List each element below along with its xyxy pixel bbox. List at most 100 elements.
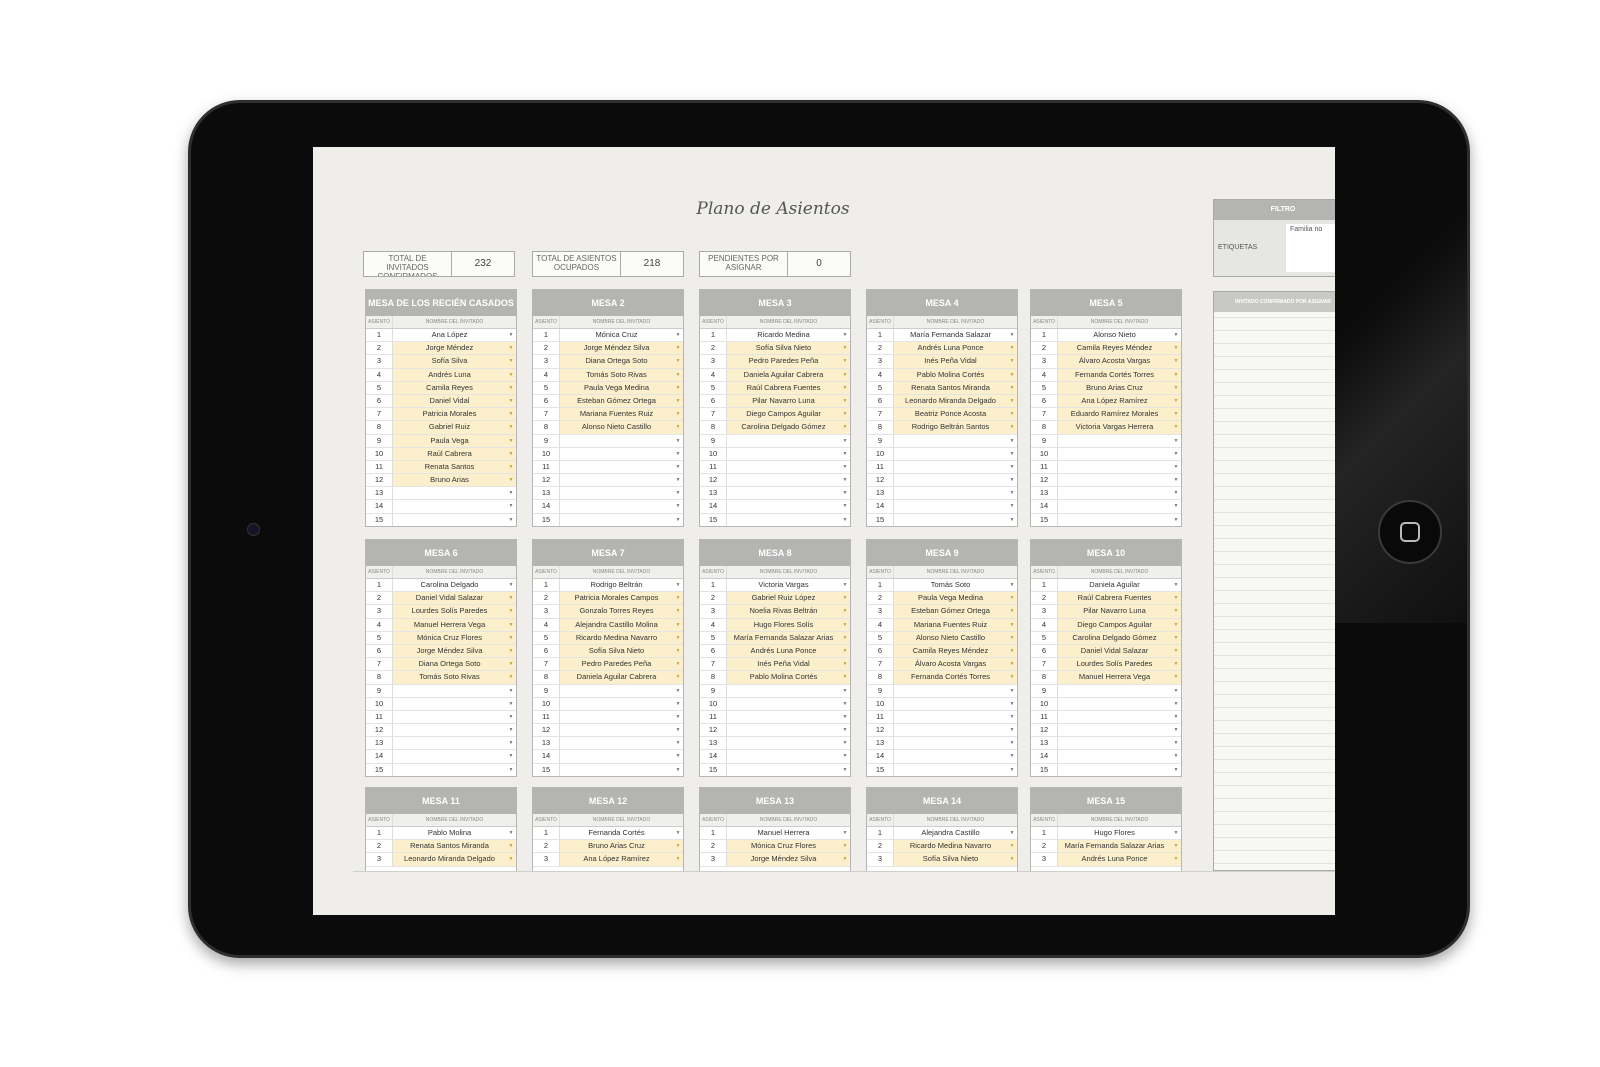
dropdown-arrow-icon[interactable]: ▼: [840, 618, 850, 631]
dropdown-arrow-icon[interactable]: ▼: [1007, 750, 1017, 762]
guest-name-cell[interactable]: [560, 737, 673, 749]
guest-name-cell[interactable]: Fernanda Cortés: [560, 827, 673, 839]
guest-name-cell[interactable]: [393, 500, 506, 512]
guest-name-cell[interactable]: Diana Ortega Soto: [393, 658, 506, 671]
dropdown-arrow-icon[interactable]: ▼: [1007, 435, 1017, 447]
guest-name-cell[interactable]: [560, 487, 673, 499]
guest-name-cell[interactable]: [727, 474, 840, 486]
dropdown-arrow-icon[interactable]: ▼: [840, 368, 850, 381]
guest-name-cell[interactable]: María Fernanda Salazar Arias: [1058, 840, 1171, 853]
guest-name-cell[interactable]: Raúl Cabrera Fuentes: [1058, 592, 1171, 605]
dropdown-arrow-icon[interactable]: ▼: [840, 421, 850, 434]
guest-name-cell[interactable]: [727, 724, 840, 736]
guest-name-cell[interactable]: [560, 514, 673, 526]
dropdown-arrow-icon[interactable]: ▼: [1171, 711, 1181, 723]
guest-name-cell[interactable]: Daniela Aguilar Cabrera: [560, 671, 673, 684]
guest-name-cell[interactable]: [1058, 435, 1171, 447]
dropdown-arrow-icon[interactable]: ▼: [673, 381, 683, 394]
dropdown-arrow-icon[interactable]: ▼: [1007, 827, 1017, 839]
dropdown-arrow-icon[interactable]: ▼: [1007, 658, 1017, 671]
guest-name-cell[interactable]: Patricia Morales: [393, 408, 506, 421]
guest-name-cell[interactable]: [894, 500, 1007, 512]
guest-name-cell[interactable]: [393, 737, 506, 749]
dropdown-arrow-icon[interactable]: ▼: [673, 737, 683, 749]
guest-name-cell[interactable]: [727, 764, 840, 776]
guest-name-cell[interactable]: [727, 737, 840, 749]
guest-name-cell[interactable]: Jorge Méndez Silva: [727, 853, 840, 866]
guest-name-cell[interactable]: Ricardo Medina Navarro: [894, 840, 1007, 853]
guest-name-cell[interactable]: Pilar Navarro Luna: [1058, 605, 1171, 618]
dropdown-arrow-icon[interactable]: ▼: [506, 460, 516, 474]
guest-name-cell[interactable]: Mariana Fuentes Ruiz: [560, 408, 673, 421]
guest-name-cell[interactable]: Carolina Delgado: [393, 579, 506, 591]
dropdown-arrow-icon[interactable]: ▼: [1007, 487, 1017, 499]
dropdown-arrow-icon[interactable]: ▼: [673, 605, 683, 618]
dropdown-arrow-icon[interactable]: ▼: [673, 408, 683, 421]
dropdown-arrow-icon[interactable]: ▼: [1171, 644, 1181, 658]
guest-name-cell[interactable]: Carolina Delgado Gómez: [1058, 631, 1171, 644]
guest-name-cell[interactable]: Ricardo Medina: [727, 329, 840, 341]
guest-name-cell[interactable]: Daniel Vidal Salazar: [1058, 644, 1171, 658]
guest-name-cell[interactable]: [560, 750, 673, 762]
guest-name-cell[interactable]: María Fernanda Salazar: [894, 329, 1007, 341]
guest-name-cell[interactable]: [894, 461, 1007, 473]
dropdown-arrow-icon[interactable]: ▼: [506, 355, 516, 368]
dropdown-arrow-icon[interactable]: ▼: [840, 500, 850, 512]
dropdown-arrow-icon[interactable]: ▼: [1171, 514, 1181, 526]
dropdown-arrow-icon[interactable]: ▼: [1007, 605, 1017, 618]
guest-name-cell[interactable]: [727, 711, 840, 723]
dropdown-arrow-icon[interactable]: ▼: [1171, 329, 1181, 341]
dropdown-arrow-icon[interactable]: ▼: [673, 342, 683, 355]
dropdown-arrow-icon[interactable]: ▼: [673, 724, 683, 736]
guest-name-cell[interactable]: [560, 435, 673, 447]
dropdown-arrow-icon[interactable]: ▼: [506, 698, 516, 710]
summary-value[interactable]: 232: [452, 252, 514, 276]
dropdown-arrow-icon[interactable]: ▼: [673, 355, 683, 368]
guest-name-cell[interactable]: Renata Santos Miranda: [894, 381, 1007, 394]
dropdown-arrow-icon[interactable]: ▼: [1007, 381, 1017, 394]
dropdown-arrow-icon[interactable]: ▼: [506, 500, 516, 512]
guest-name-cell[interactable]: Jorge Méndez Silva: [393, 644, 506, 658]
guest-name-cell[interactable]: Eduardo Ramírez Morales: [1058, 408, 1171, 421]
guest-name-cell[interactable]: Ana López: [393, 329, 506, 341]
guest-name-cell[interactable]: Renata Santos Miranda: [393, 840, 506, 853]
dropdown-arrow-icon[interactable]: ▼: [506, 618, 516, 631]
dropdown-arrow-icon[interactable]: ▼: [1171, 355, 1181, 368]
dropdown-arrow-icon[interactable]: ▼: [1007, 474, 1017, 486]
dropdown-arrow-icon[interactable]: ▼: [673, 448, 683, 460]
guest-name-cell[interactable]: Hugo Flores Solís: [727, 618, 840, 631]
guest-name-cell[interactable]: [727, 435, 840, 447]
dropdown-arrow-icon[interactable]: ▼: [506, 711, 516, 723]
dropdown-arrow-icon[interactable]: ▼: [1171, 698, 1181, 710]
guest-name-cell[interactable]: Rodrigo Beltrán: [560, 579, 673, 591]
guest-name-cell[interactable]: Diana Ortega Soto: [560, 355, 673, 368]
dropdown-arrow-icon[interactable]: ▼: [1171, 605, 1181, 618]
guest-name-cell[interactable]: [1058, 461, 1171, 473]
guest-name-cell[interactable]: [560, 474, 673, 486]
dropdown-arrow-icon[interactable]: ▼: [506, 644, 516, 658]
dropdown-arrow-icon[interactable]: ▼: [673, 461, 683, 473]
dropdown-arrow-icon[interactable]: ▼: [840, 764, 850, 776]
guest-name-cell[interactable]: Esteban Gómez Ortega: [560, 394, 673, 408]
guest-name-cell[interactable]: [1058, 685, 1171, 697]
guest-name-cell[interactable]: Pedro Paredes Peña: [560, 658, 673, 671]
guest-name-cell[interactable]: Jorge Méndez Silva: [560, 342, 673, 355]
guest-name-cell[interactable]: Raúl Cabrera Fuentes: [727, 381, 840, 394]
guest-name-cell[interactable]: Alejandra Castillo: [894, 827, 1007, 839]
guest-name-cell[interactable]: Patricia Morales Campos: [560, 592, 673, 605]
dropdown-arrow-icon[interactable]: ▼: [673, 421, 683, 434]
guest-name-cell[interactable]: Gonzalo Torres Reyes: [560, 605, 673, 618]
guest-name-cell[interactable]: Pablo Molina Cortés: [894, 368, 1007, 381]
guest-name-cell[interactable]: [560, 698, 673, 710]
dropdown-arrow-icon[interactable]: ▼: [840, 408, 850, 421]
guest-name-cell[interactable]: [894, 435, 1007, 447]
guest-name-cell[interactable]: Hugo Flores: [1058, 827, 1171, 839]
guest-name-cell[interactable]: Sofía Silva: [393, 355, 506, 368]
guest-name-cell[interactable]: Noelia Rivas Beltrán: [727, 605, 840, 618]
dropdown-arrow-icon[interactable]: ▼: [1007, 840, 1017, 853]
dropdown-arrow-icon[interactable]: ▼: [506, 750, 516, 762]
guest-name-cell[interactable]: Daniela Aguilar: [1058, 579, 1171, 591]
guest-name-cell[interactable]: Carolina Delgado Gómez: [727, 421, 840, 434]
guest-name-cell[interactable]: Gabriel Ruiz: [393, 421, 506, 434]
guest-name-cell[interactable]: Jorge Méndez: [393, 342, 506, 355]
